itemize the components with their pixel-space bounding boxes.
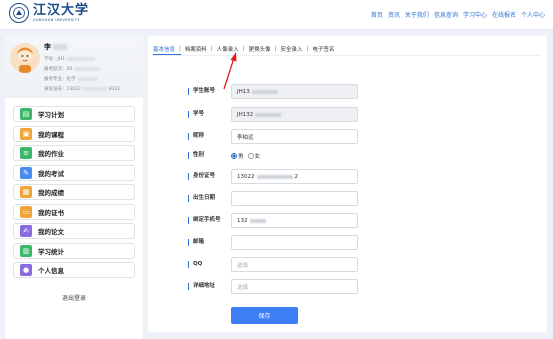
gender-male-radio[interactable]: 男 [231,152,244,160]
idcard-input[interactable]: 13022 2 [231,169,358,184]
nav-news[interactable]: 资讯 [388,10,400,19]
sidebar-menu: ▤ 学习计划 ▣ 我的课程 ≡ 我的作业 ✎ 我的考试 ▦ 我的成绩 ▭ 我的证书 ✍ 我的论… [13,106,135,282]
person-icon: ● [20,264,32,276]
tab-divider [153,55,541,56]
nav-study-center[interactable]: 学习中心 [463,10,487,19]
sidebar-item-study-statistics[interactable]: ▥ 学习统计 [13,242,135,259]
nav-about[interactable]: 关于我们 [405,10,429,19]
sidebar-item-my-certificates[interactable]: ▭ 我的证书 [13,203,135,220]
nav-enroll[interactable]: 在线报名 [492,10,516,19]
thesis-icon: ✍ [20,225,32,237]
gender-female-radio[interactable]: 女 [247,152,260,160]
tab-portrait-entry[interactable]: 人像录入 [217,45,239,53]
tab-e-signature[interactable]: 电子签名 [312,45,334,53]
tab-separator: | [306,46,309,52]
tab-separator: | [210,46,213,52]
left-sidebar: 李 学号：JH1 报考层次：20 报考专业：化学 身份证号：13022 8322 … [5,36,143,339]
profile-idcard: 身份证号：13022 8322 [44,86,121,92]
logout-button[interactable]: 退出登录 [5,293,143,302]
profile-student-id: 学号：JH1 [44,56,96,62]
logo-chinese-name: 江汉大学 [33,2,90,18]
nickname-input[interactable]: 李柏远 [231,129,358,144]
row-address: 详细地址 选填 [188,279,408,294]
birthday-input[interactable] [231,191,358,206]
row-gender: 性别 男 女 [188,148,408,163]
row-qq: QQ 选填 [188,257,408,272]
tab-change-avatar[interactable]: 更换头像 [249,45,271,53]
top-nav: 首页 资讯 关于我们 信息查询 学习中心 在线报名 个人中心 [371,10,545,19]
avatar[interactable] [10,43,40,73]
nav-home[interactable]: 首页 [371,10,383,19]
exam-pen-icon: ✎ [20,166,32,179]
profile-card: 李 学号：JH1 报考层次：20 报考专业：化学 身份证号：13022 8322 [5,36,143,98]
top-header: 江汉大学 JIANGHAN UNIVERSITY 首页 资讯 关于我们 信息查询… [0,0,553,30]
row-email: 邮箱 [188,235,408,250]
sidebar-item-my-exams[interactable]: ✎ 我的考试 [13,164,135,181]
tab-archive[interactable]: 档案资料 [185,45,207,53]
certificate-icon: ▭ [20,205,32,218]
tab-separator: | [242,46,245,52]
profile-major: 报考专业：化学 [44,76,98,82]
book-plan-icon: ▤ [20,108,32,120]
score-icon: ▦ [20,186,32,198]
statistics-icon: ▥ [20,244,32,257]
nav-personal-center[interactable]: 个人中心 [521,10,545,19]
nav-query[interactable]: 信息查询 [434,10,458,19]
row-phone: 绑定手机号 132 [188,213,408,228]
sidebar-item-my-thesis[interactable]: ✍ 我的论文 [13,223,135,239]
sidebar-item-my-homework[interactable]: ≡ 我的作业 [13,145,135,161]
student-account-field: JH13 [231,84,358,99]
homework-icon: ≡ [20,147,32,159]
university-logo[interactable]: 江汉大学 JIANGHAN UNIVERSITY [9,3,89,23]
main-content: 基本信息 | 档案资料 | 人像录入 | 更换头像 | 安全录入 | 电子签名 … [148,36,547,332]
tab-separator: | [274,46,277,52]
row-nickname: 昵称 李柏远 [188,129,408,144]
profile-name: 李 [44,42,67,52]
sidebar-item-personal-info[interactable]: ● 个人信息 [13,262,135,278]
qq-input[interactable]: 选填 [231,257,358,272]
row-birthday: 出生日期 [188,191,408,206]
address-input[interactable]: 选填 [231,279,358,294]
sidebar-item-my-scores[interactable]: ▦ 我的成绩 [13,184,135,200]
tab-basic-info[interactable]: 基本信息 [153,45,175,53]
profile-level: 报考层次：20 [44,66,101,72]
sidebar-item-my-courses[interactable]: ▣ 我的课程 [13,125,135,142]
gender-radio-group: 男 女 [231,152,260,160]
tab-security-entry[interactable]: 安全录入 [281,45,303,53]
logo-english-name: JIANGHAN UNIVERSITY [33,17,80,22]
student-id-field: JH132 [231,107,358,122]
tab-separator: | [179,46,181,52]
save-button[interactable]: 保存 [231,307,298,324]
row-student-id: 学号 JH132 [188,107,408,122]
course-icon: ▣ [20,127,32,140]
row-student-account: 学生账号 JH13 [188,84,408,99]
sidebar-item-study-plan[interactable]: ▤ 学习计划 [13,106,135,122]
tab-bar: 基本信息 | 档案资料 | 人像录入 | 更换头像 | 安全录入 | 电子签名 [153,45,334,53]
row-idcard: 身份证号 13022 2 [188,169,408,184]
email-input[interactable] [231,235,358,250]
university-seal-icon [9,3,29,23]
phone-input[interactable]: 132 [231,213,358,228]
